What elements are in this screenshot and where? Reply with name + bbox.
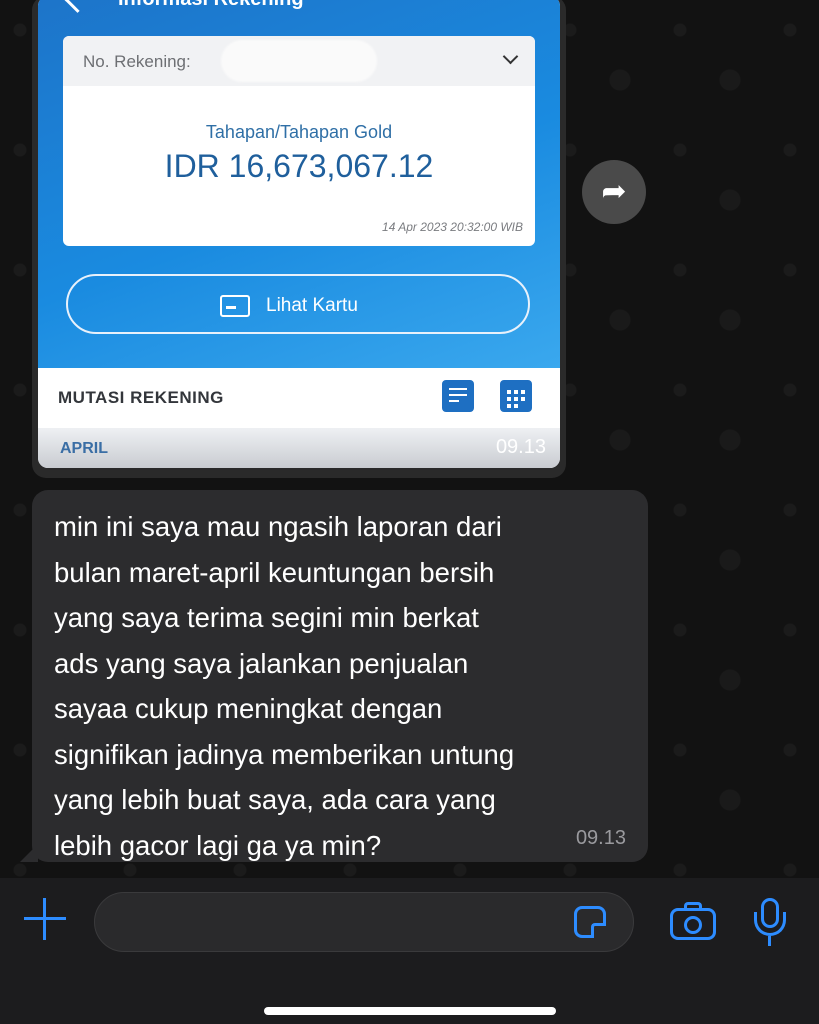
- plus-icon-vertical: [43, 898, 46, 940]
- home-indicator[interactable]: [264, 1007, 556, 1015]
- view-card-label: Lihat Kartu: [266, 295, 358, 316]
- microphone-arc: [754, 912, 786, 936]
- view-card-button: Lihat Kartu: [66, 274, 530, 334]
- text-message-time: 09.13: [575, 827, 626, 849]
- account-selector: No. Rekening:: [63, 36, 535, 86]
- sticker-icon[interactable]: [574, 906, 606, 938]
- chevron-down-icon: [502, 48, 519, 65]
- calendar-icon: [500, 380, 532, 412]
- forward-button[interactable]: ➦: [582, 160, 646, 224]
- image-message-time: 09.13: [495, 436, 546, 458]
- account-type: Tahapan/Tahapan Gold: [205, 122, 393, 142]
- message-input[interactable]: [94, 892, 634, 952]
- back-chevron-icon: [64, 0, 91, 13]
- account-card: No. Rekening: Tahapan/Tahapan Gold IDR 1…: [63, 36, 535, 246]
- attach-button[interactable]: [24, 898, 66, 940]
- bank-header-area: Informasi Rekening No. Rekening: Tahapan…: [38, 0, 560, 368]
- statement-icon: [442, 380, 474, 412]
- mutation-title: MUTASI REKENING: [58, 388, 224, 407]
- camera-lens-icon: [684, 916, 702, 934]
- microphone-button[interactable]: [752, 898, 788, 946]
- microphone-stem: [768, 936, 771, 946]
- bank-screenshot: Informasi Rekening No. Rekening: Tahapan…: [38, 0, 560, 468]
- bank-screen-title: Informasi Rekening: [118, 0, 304, 11]
- account-balance: IDR 16,673,067.12: [164, 148, 434, 184]
- text-message[interactable]: min ini saya mau ngasih laporan dari bul…: [20, 490, 648, 862]
- balance-timestamp: 14 Apr 2023 20:32:00 WIB: [382, 220, 523, 234]
- credit-card-icon: [220, 295, 250, 317]
- image-message[interactable]: Informasi Rekening No. Rekening: Tahapan…: [32, 0, 566, 478]
- account-number-redacted: [221, 40, 377, 82]
- forward-arrow-icon: ➦: [601, 175, 627, 208]
- month-row: APRIL: [38, 428, 560, 468]
- camera-button[interactable]: [670, 902, 716, 940]
- month-label: APRIL: [60, 440, 108, 457]
- account-number-label: No. Rekening:: [83, 52, 191, 71]
- account-mutation-header: MUTASI REKENING: [38, 368, 560, 428]
- message-text: min ini saya mau ngasih laporan dari bul…: [54, 511, 515, 861]
